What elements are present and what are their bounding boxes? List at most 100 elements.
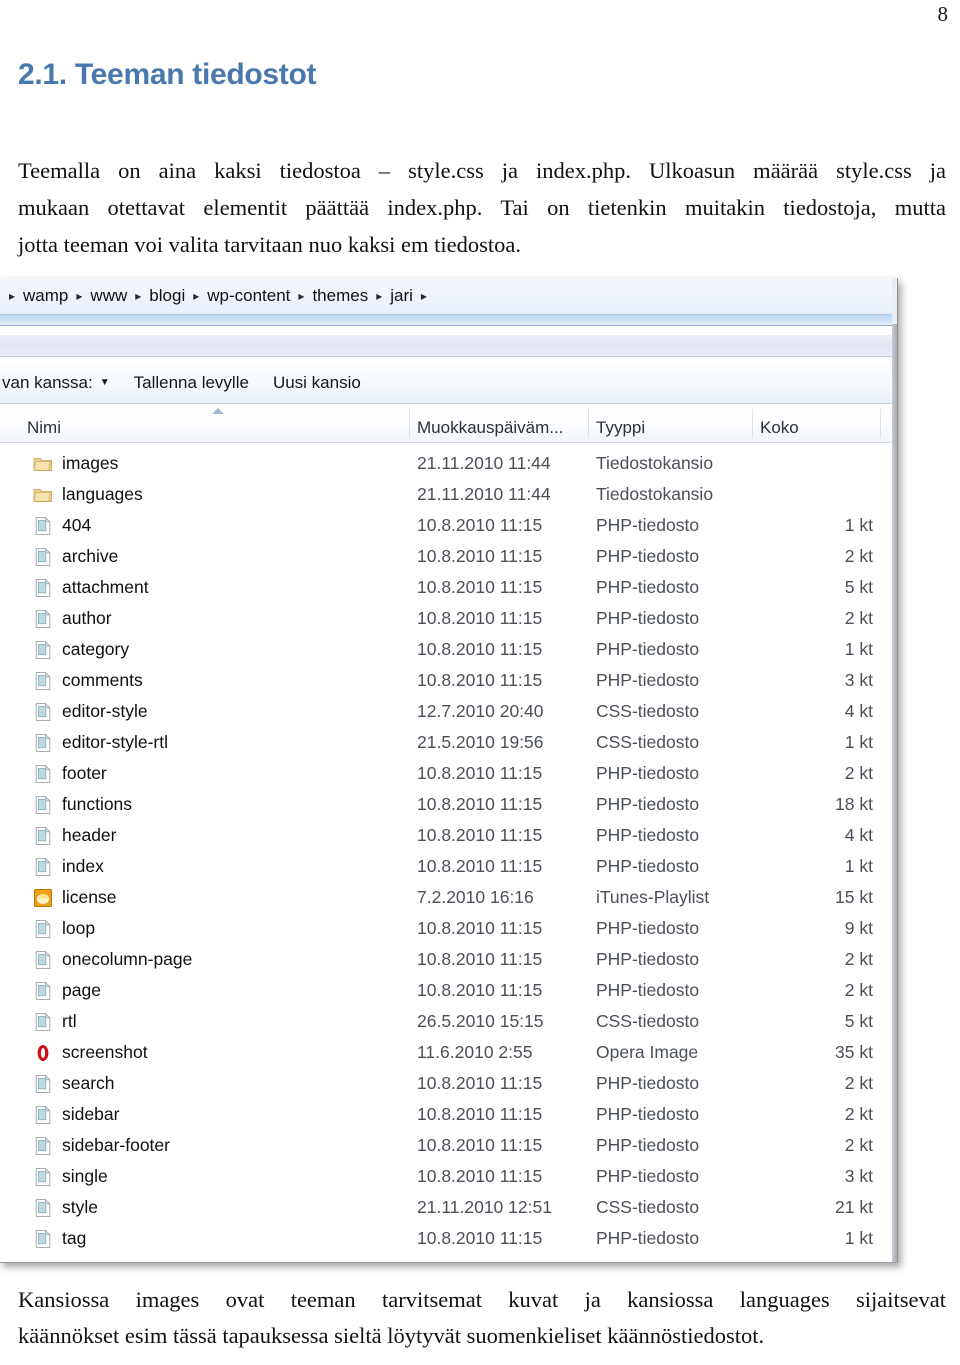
file-type-cell: PHP-tiedosto xyxy=(596,639,700,659)
address-bar[interactable]: ▸ wamp ▸ www ▸ blogi ▸ wp-content ▸ them… xyxy=(0,278,897,315)
breadcrumb-item-themes[interactable]: themes xyxy=(309,286,371,306)
css-file-icon xyxy=(33,702,53,722)
file-list[interactable]: images 21.11.2010 11:44 Tiedostokansio lang… xyxy=(0,443,897,1254)
burn-to-disc-button[interactable]: Tallenna levylle xyxy=(122,373,261,393)
file-row[interactable]: page 10.8.2010 11:15 PHP-tiedosto 2 kt xyxy=(0,975,897,1006)
file-row[interactable]: author 10.8.2010 11:15 PHP-tiedosto 2 kt xyxy=(0,603,897,634)
file-modified-cell: 21.11.2010 11:44 xyxy=(417,484,551,504)
file-modified-cell: 7.2.2010 16:16 xyxy=(417,887,534,907)
file-row[interactable]: attachment 10.8.2010 11:15 PHP-tiedosto 5 k… xyxy=(0,572,897,603)
file-size-cell: 2 kt xyxy=(844,1104,873,1124)
chevron-right-icon-6[interactable]: ▸ xyxy=(416,290,432,302)
file-row[interactable]: license 7.2.2010 16:16 iTunes-Playlist 15 k… xyxy=(0,882,897,913)
file-type-cell: CSS-tiedosto xyxy=(596,732,700,752)
column-divider-2[interactable] xyxy=(588,409,589,438)
file-explorer-window[interactable]: ▸ wamp ▸ www ▸ blogi ▸ wp-content ▸ them… xyxy=(0,278,898,1263)
file-modified-cell: 10.8.2010 11:15 xyxy=(417,763,543,783)
breadcrumb-item-wamp[interactable]: wamp xyxy=(20,286,71,306)
breadcrumb-item-blogi[interactable]: blogi xyxy=(146,286,188,306)
file-row[interactable]: index 10.8.2010 11:15 PHP-tiedosto 1 kt xyxy=(0,851,897,882)
chevron-right-icon-3[interactable]: ▸ xyxy=(188,290,204,302)
breadcrumb-item-jari[interactable]: jari xyxy=(387,286,416,306)
file-row[interactable]: category 10.8.2010 11:15 PHP-tiedosto 1 kt xyxy=(0,634,897,665)
breadcrumb-item-www[interactable]: www xyxy=(87,286,130,306)
file-row[interactable]: sidebar 10.8.2010 11:15 PHP-tiedosto 2 kt xyxy=(0,1099,897,1130)
file-name-cell: tag xyxy=(62,1228,87,1248)
file-type-cell: PHP-tiedosto xyxy=(596,577,700,597)
file-row[interactable]: functions 10.8.2010 11:15 PHP-tiedosto 18 k… xyxy=(0,789,897,820)
file-type-cell: PHP-tiedosto xyxy=(596,794,700,814)
file-modified-cell: 10.8.2010 11:15 xyxy=(417,918,543,938)
file-row[interactable]: 404 10.8.2010 11:15 PHP-tiedosto 1 kt xyxy=(0,510,897,541)
file-size-cell: 15 kt xyxy=(835,887,873,907)
file-name-cell: editor-style xyxy=(62,701,148,721)
file-row[interactable]: tag 10.8.2010 11:15 PHP-tiedosto 1 kt xyxy=(0,1223,897,1254)
file-size-cell: 3 kt xyxy=(844,670,873,690)
chevron-down-icon[interactable]: ▼ xyxy=(100,378,110,388)
column-header-modified[interactable]: Muokkauspäiväm... xyxy=(417,418,563,438)
file-modified-cell: 10.8.2010 11:15 xyxy=(417,949,543,969)
chevron-right-icon-4[interactable]: ▸ xyxy=(293,290,309,302)
opera-image-icon xyxy=(33,1043,53,1063)
command-toolbar[interactable]: van kanssa: ▼ Tallenna levylle Uusi kans… xyxy=(0,363,897,404)
file-name-cell: page xyxy=(62,980,101,1000)
share-with-button[interactable]: van kanssa: ▼ xyxy=(2,373,122,393)
column-divider-3[interactable] xyxy=(752,409,753,438)
php-file-icon xyxy=(33,857,53,877)
search-band[interactable] xyxy=(0,335,897,357)
file-row[interactable]: onecolumn-page 10.8.2010 11:15 PHP-tiedost… xyxy=(0,944,897,975)
breadcrumb[interactable]: ▸ wamp ▸ www ▸ blogi ▸ wp-content ▸ them… xyxy=(4,286,432,306)
file-modified-cell: 10.8.2010 11:15 xyxy=(417,1073,543,1093)
file-type-cell: PHP-tiedosto xyxy=(596,515,700,535)
file-row[interactable]: sidebar-footer 10.8.2010 11:15 PHP-tiedost… xyxy=(0,1130,897,1161)
column-header-name[interactable]: Nimi xyxy=(27,418,61,438)
file-row[interactable]: single 10.8.2010 11:15 PHP-tiedosto 3 kt xyxy=(0,1161,897,1192)
file-type-cell: PHP-tiedosto xyxy=(596,1135,700,1155)
column-divider-4[interactable] xyxy=(880,409,881,438)
file-modified-cell: 21.11.2010 12:51 xyxy=(417,1197,552,1217)
file-name-cell: screenshot xyxy=(62,1042,148,1062)
chevron-right-icon-1[interactable]: ▸ xyxy=(71,290,87,302)
file-row[interactable]: screenshot 11.6.2010 2:55 Opera Image 35 kt xyxy=(0,1037,897,1068)
scrollbar-track[interactable] xyxy=(892,278,897,1262)
file-modified-cell: 21.11.2010 11:44 xyxy=(417,453,551,473)
php-file-icon xyxy=(33,1229,53,1249)
php-file-icon xyxy=(33,1136,53,1156)
column-divider-1[interactable] xyxy=(409,409,410,438)
file-row[interactable]: archive 10.8.2010 11:15 PHP-tiedosto 2 kt xyxy=(0,541,897,572)
chevron-right-icon-5[interactable]: ▸ xyxy=(371,290,387,302)
file-row[interactable]: loop 10.8.2010 11:15 PHP-tiedosto 9 kt xyxy=(0,913,897,944)
file-size-cell: 2 kt xyxy=(844,949,873,969)
file-row[interactable]: languages 21.11.2010 11:44 Tiedostokansio xyxy=(0,479,897,510)
file-name-cell: functions xyxy=(62,794,133,814)
column-header-size[interactable]: Koko xyxy=(760,418,799,438)
file-type-cell: CSS-tiedosto xyxy=(596,1197,700,1217)
php-file-icon xyxy=(33,609,53,629)
chevron-right-icon-2[interactable]: ▸ xyxy=(130,290,146,302)
file-row[interactable]: search 10.8.2010 11:15 PHP-tiedosto 2 kt xyxy=(0,1068,897,1099)
column-header-row[interactable]: Nimi Muokkauspäiväm... Tyyppi Koko xyxy=(0,404,897,443)
php-file-icon xyxy=(33,981,53,1001)
file-modified-cell: 10.8.2010 11:15 xyxy=(417,1166,543,1186)
intro-line-1: Teemalla on aina kaksi tiedostoa – style… xyxy=(18,158,946,183)
file-type-cell: Opera Image xyxy=(596,1042,699,1062)
file-row[interactable]: rtl 26.5.2010 15:15 CSS-tiedosto 5 kt xyxy=(0,1006,897,1037)
breadcrumb-item-wp-content[interactable]: wp-content xyxy=(204,286,293,306)
new-folder-button[interactable]: Uusi kansio xyxy=(261,373,373,393)
file-size-cell: 3 kt xyxy=(844,1166,873,1186)
file-size-cell: 18 kt xyxy=(835,794,873,814)
file-row[interactable]: footer 10.8.2010 11:15 PHP-tiedosto 2 kt xyxy=(0,758,897,789)
file-name-cell: index xyxy=(62,856,104,876)
php-file-icon xyxy=(33,516,53,536)
file-row[interactable]: editor-style-rtl 21.5.2010 19:56 CSS-tiedo… xyxy=(0,727,897,758)
file-name-cell: languages xyxy=(62,484,143,504)
file-modified-cell: 12.7.2010 20:40 xyxy=(417,701,544,721)
file-row[interactable]: header 10.8.2010 11:15 PHP-tiedosto 4 kt xyxy=(0,820,897,851)
file-row[interactable]: images 21.11.2010 11:44 Tiedostokansio xyxy=(0,448,897,479)
column-header-type[interactable]: Tyyppi xyxy=(596,418,645,438)
file-type-cell: PHP-tiedosto xyxy=(596,1166,700,1186)
file-row[interactable]: style 21.11.2010 12:51 CSS-tiedosto 21 kt xyxy=(0,1192,897,1223)
file-row[interactable]: editor-style 12.7.2010 20:40 CSS-tiedosto 4… xyxy=(0,696,897,727)
file-name-cell: rtl xyxy=(62,1011,77,1031)
file-row[interactable]: comments 10.8.2010 11:15 PHP-tiedosto 3 kt xyxy=(0,665,897,696)
